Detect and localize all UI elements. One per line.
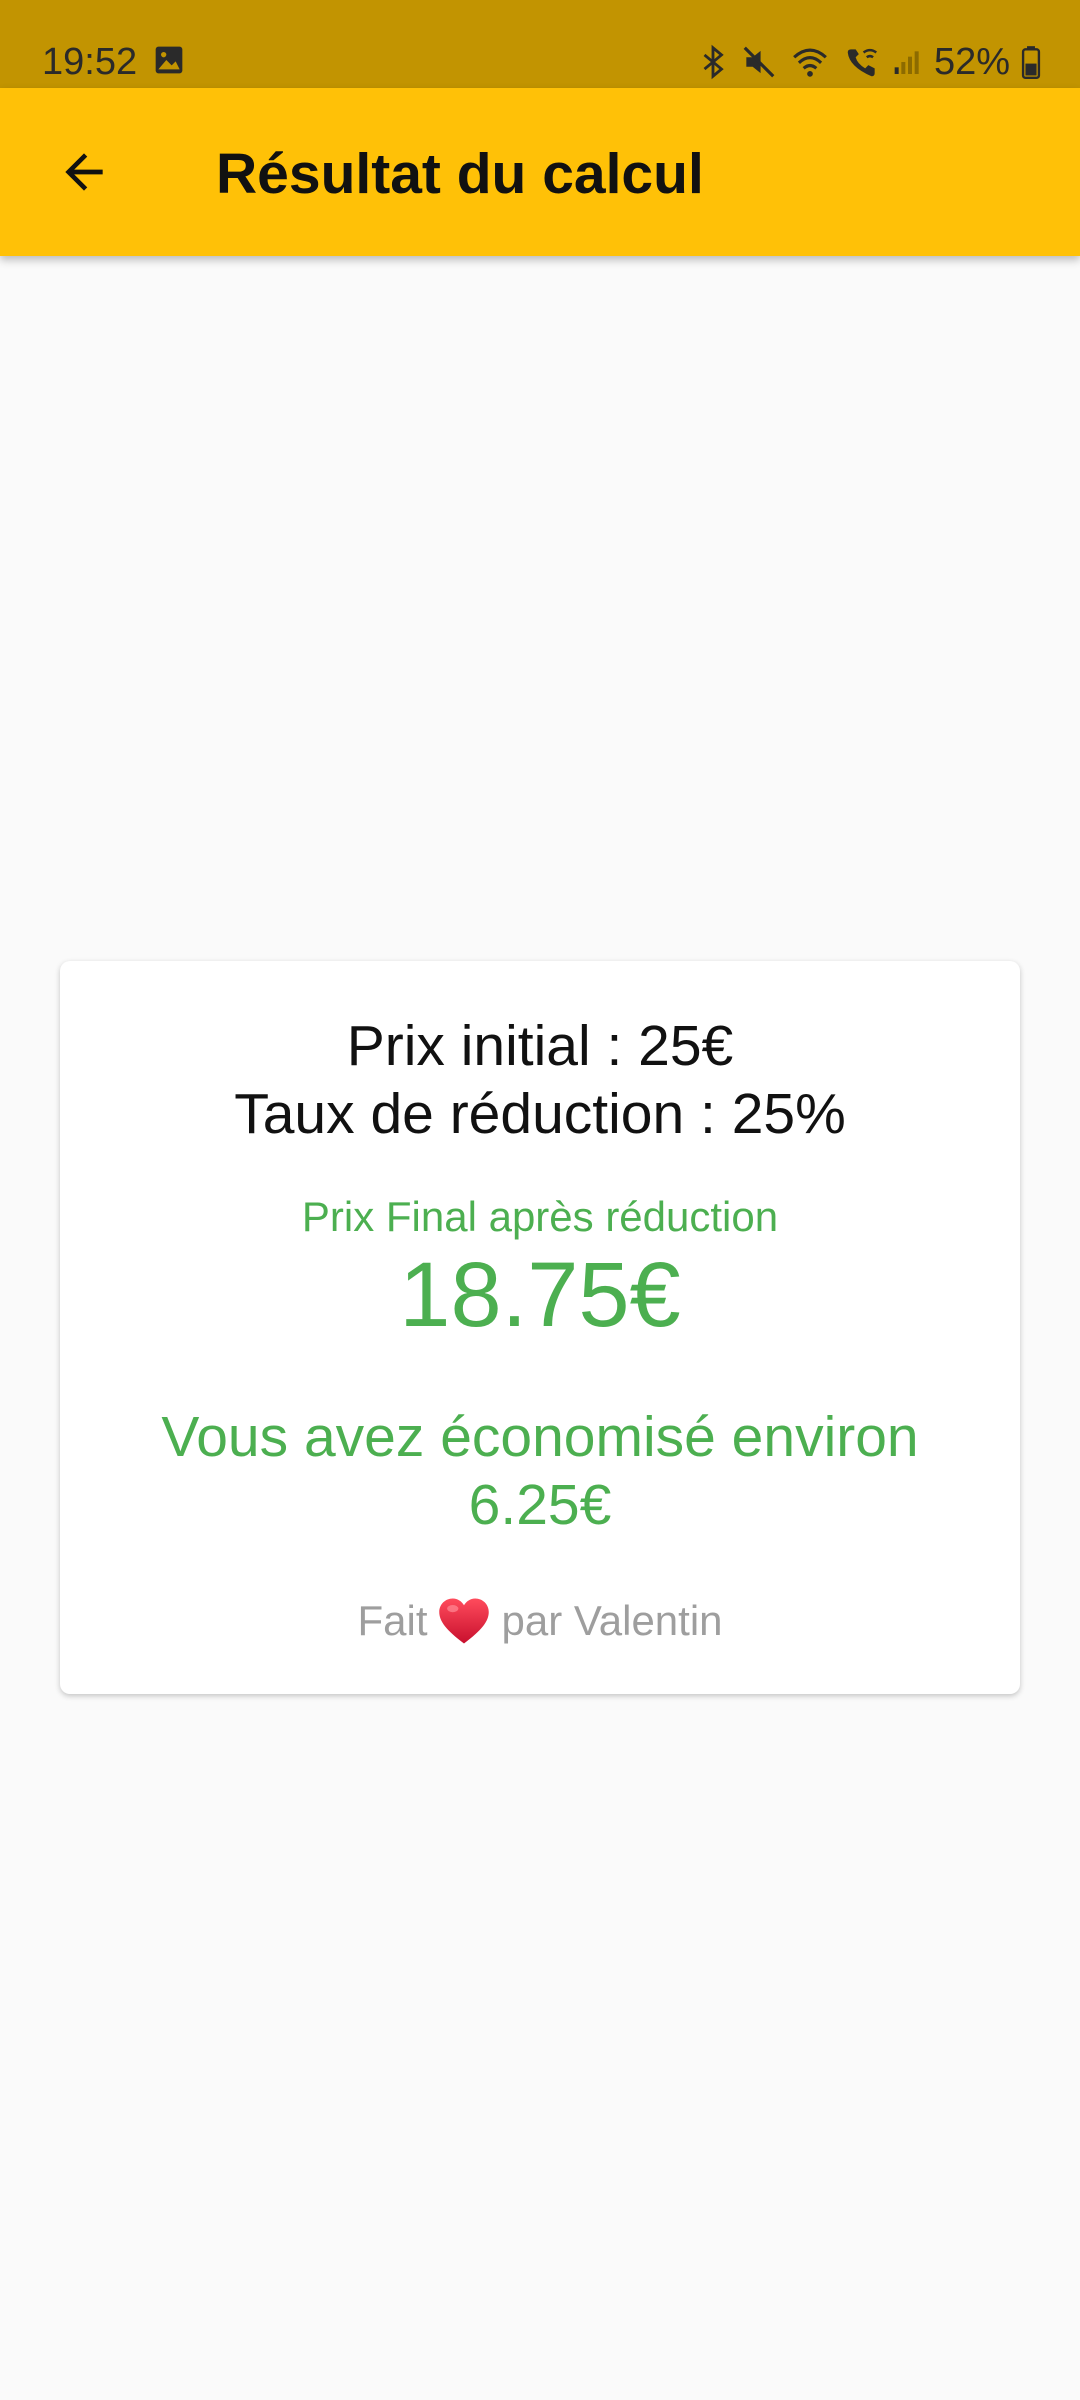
- image-icon: [155, 46, 183, 74]
- savings-text: Vous avez économisé environ: [161, 1405, 919, 1469]
- credit-line: Fait par Valentin: [60, 1593, 1020, 1649]
- initial-price: Prix initial : 25€: [346, 1014, 734, 1078]
- app-bar: Résultat du calcul: [0, 88, 1080, 256]
- discount-rate: Taux de réduction : 25%: [234, 1082, 846, 1146]
- back-button[interactable]: [40, 132, 128, 212]
- status-icons: 52%: [696, 38, 1042, 86]
- arrow-back-icon: [65, 153, 103, 191]
- mute-icon: [743, 46, 775, 78]
- wifi-calling-icon: [847, 48, 877, 77]
- battery-icon: [1021, 46, 1041, 80]
- heart-icon: [439, 1598, 490, 1644]
- signal-icon: [894, 51, 919, 74]
- bluetooth-icon: [703, 44, 724, 80]
- final-price-label: Prix Final après réduction: [301, 1193, 779, 1240]
- status-time: 19:52: [42, 41, 138, 83]
- page-title: Résultat du calcul: [216, 142, 704, 206]
- battery-percent: 52%: [933, 41, 1010, 83]
- credit-prefix: Fait: [357, 1597, 428, 1644]
- savings-amount: 6.25€: [468, 1473, 612, 1537]
- credit-suffix: par Valentin: [501, 1597, 723, 1644]
- final-price-value: 18.75€: [399, 1244, 681, 1346]
- result-card: Prix initial : 25€ Taux de réduction : 2…: [60, 961, 1020, 1694]
- status-bar: 19:52 52%: [0, 0, 1080, 88]
- wifi-icon: [793, 48, 827, 77]
